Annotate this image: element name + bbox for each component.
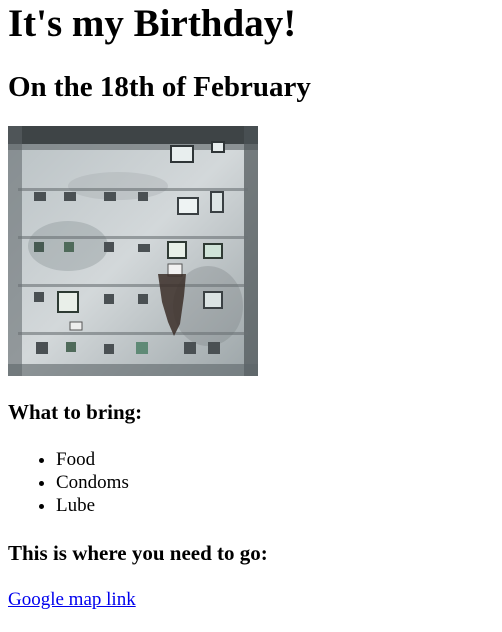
what-to-bring-heading: What to bring: (8, 400, 143, 424)
list-item: Lube (56, 494, 494, 517)
page: It's my Birthday! On the 18th of Februar… (0, 0, 502, 611)
bring-list: Food Condoms Lube (8, 448, 494, 517)
page-title: It's my Birthday! (8, 2, 297, 45)
location-heading: This is where you need to go: (8, 541, 268, 565)
google-map-link[interactable]: Google map link (8, 589, 136, 611)
list-item: Condoms (56, 471, 494, 494)
list-item: Food (56, 448, 494, 471)
building-photo (8, 126, 258, 376)
date-heading: On the 18th of February (8, 71, 311, 103)
